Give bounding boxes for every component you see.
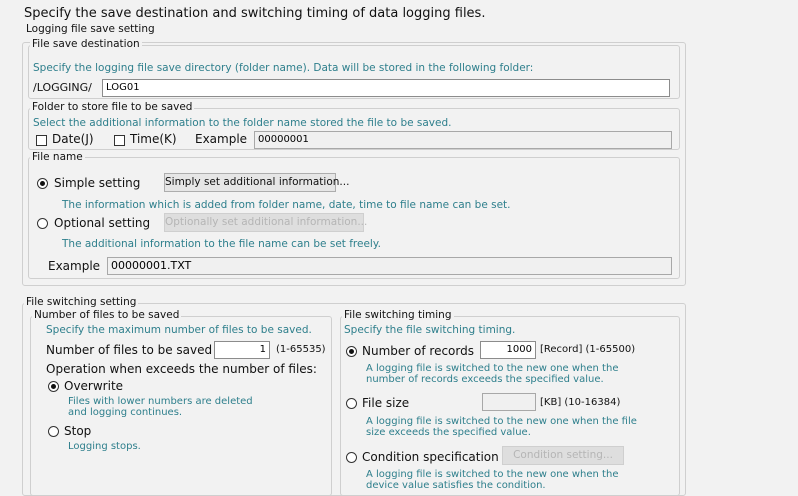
- file-size-radio[interactable]: [346, 398, 357, 409]
- number-of-files-legend: Number of files to be saved: [32, 309, 182, 321]
- condition-setting-button[interactable]: Condition setting...: [502, 446, 624, 465]
- file-name-example-field: 00000001.TXT: [107, 257, 672, 275]
- time-label[interactable]: Time(K): [130, 132, 177, 146]
- simple-setting-hint: The information which is added from fold…: [62, 199, 511, 211]
- overwrite-radio[interactable]: [48, 381, 59, 392]
- simple-setting-label[interactable]: Simple setting: [54, 176, 140, 190]
- folder-to-store-hint: Select the additional information to the…: [33, 117, 452, 129]
- logging-file-save-legend: Logging file save setting: [24, 23, 157, 35]
- page-heading: Specify the save destination and switchi…: [24, 6, 486, 21]
- number-of-files-input[interactable]: 1: [214, 341, 270, 359]
- file-size-hint: A logging file is switched to the new on…: [366, 416, 637, 438]
- folder-example-field: 00000001: [254, 131, 672, 149]
- file-save-destination-hint: Specify the logging file save directory …: [33, 62, 534, 74]
- optional-setting-radio[interactable]: [37, 218, 48, 229]
- file-switching-timing-hint: Specify the file switching timing.: [344, 324, 516, 336]
- optional-setting-hint: The additional information to the file n…: [62, 238, 381, 250]
- file-size-input[interactable]: [482, 393, 536, 411]
- overwrite-hint: Files with lower numbers are deleted and…: [68, 396, 253, 418]
- number-of-records-unit: [Record] (1-65500): [540, 344, 636, 355]
- number-of-files-range: (1-65535): [276, 344, 326, 355]
- number-of-records-input[interactable]: 1000: [480, 341, 536, 359]
- stop-hint: Logging stops.: [68, 441, 141, 452]
- logging-path-prefix: /LOGGING/: [33, 81, 92, 94]
- optionally-set-additional-info-button[interactable]: Optionally set additional information...: [164, 213, 367, 232]
- number-of-records-label[interactable]: Number of records: [362, 344, 474, 358]
- stop-label[interactable]: Stop: [64, 424, 91, 438]
- simple-setting-radio[interactable]: [37, 178, 48, 189]
- exceed-operation-label: Operation when exceeds the number of fil…: [46, 362, 317, 376]
- condition-specification-label[interactable]: Condition specification: [362, 450, 499, 464]
- number-of-files-label: Number of files to be saved: [46, 343, 213, 357]
- folder-name-input[interactable]: LOG01: [102, 79, 670, 97]
- condition-specification-radio[interactable]: [346, 452, 357, 463]
- file-name-legend: File name: [30, 151, 85, 163]
- file-size-label[interactable]: File size: [362, 396, 409, 410]
- file-size-unit: [KB] (10-16384): [540, 397, 621, 408]
- date-checkbox[interactable]: [36, 135, 47, 146]
- date-label[interactable]: Date(J): [52, 132, 94, 146]
- overwrite-label[interactable]: Overwrite: [64, 379, 123, 393]
- file-switching-timing-legend: File switching timing: [342, 309, 454, 321]
- number-of-records-radio[interactable]: [346, 346, 357, 357]
- simply-set-additional-info-button[interactable]: Simply set additional information...: [164, 173, 349, 192]
- folder-example-label: Example: [195, 132, 248, 146]
- stop-radio[interactable]: [48, 426, 59, 437]
- optional-setting-label[interactable]: Optional setting: [54, 216, 150, 230]
- file-name-example-label: Example: [48, 259, 101, 273]
- number-of-files-hint: Specify the maximum number of files to b…: [46, 324, 312, 336]
- number-of-records-hint: A logging file is switched to the new on…: [366, 363, 619, 385]
- file-switching-legend: File switching setting: [24, 296, 139, 308]
- folder-to-store-legend: Folder to store file to be saved: [30, 101, 195, 113]
- time-checkbox[interactable]: [114, 135, 125, 146]
- condition-specification-hint: A logging file is switched to the new on…: [366, 469, 619, 491]
- file-save-destination-legend: File save destination: [30, 38, 142, 50]
